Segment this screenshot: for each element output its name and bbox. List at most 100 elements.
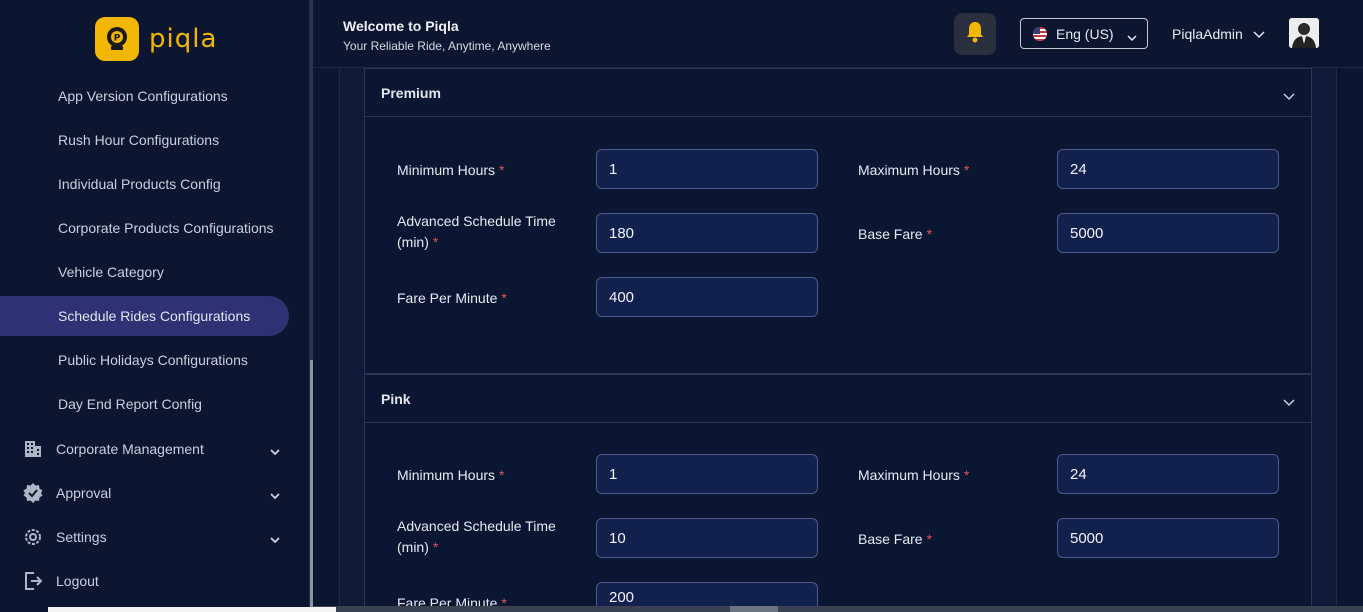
label-text: Base Fare — [858, 531, 923, 547]
user-name: PiqlaAdmin — [1172, 26, 1243, 42]
pink-adv-schedule-input[interactable] — [596, 518, 818, 558]
premium-min-hours-input[interactable] — [596, 149, 818, 189]
sidebar-item-label: Public Holidays Configurations — [58, 352, 248, 368]
sidebar-item-label: Vehicle Category — [58, 264, 164, 280]
badge-check-icon — [20, 481, 46, 505]
sidebar-item-label: Corporate Products Configurations — [58, 220, 274, 236]
chevron-down-icon — [1127, 29, 1137, 45]
chevron-down-icon — [1283, 394, 1295, 410]
premium-fare-per-minute-input[interactable] — [596, 277, 818, 317]
chevron-down-icon — [1253, 26, 1265, 42]
chevron-down-icon — [270, 531, 280, 547]
premium-base-fare-input[interactable] — [1057, 213, 1279, 253]
logo-text: piqla — [149, 24, 218, 54]
base-fare-label: Base Fare * — [858, 224, 932, 245]
welcome-title: Welcome to Piqla — [343, 18, 459, 34]
sidebar-scrollbar-thumb[interactable] — [310, 360, 313, 612]
language-value: Eng (US) — [1056, 25, 1114, 42]
sidebar-menu: Corporate Management Approval Settings L… — [0, 427, 310, 603]
adv-schedule-label: Advanced Schedule Time (min) * — [397, 211, 556, 253]
pink-section-header[interactable]: Pink — [365, 375, 1311, 423]
label-text: Advanced Schedule Time — [397, 213, 556, 229]
chevron-down-icon — [270, 443, 280, 459]
required-mark: * — [499, 162, 505, 178]
sidebar-item-corporate-management[interactable]: Corporate Management — [0, 427, 310, 471]
notifications-button[interactable] — [954, 13, 996, 55]
adv-schedule-label: Advanced Schedule Time (min) * — [397, 516, 556, 558]
label-text: Maximum Hours — [858, 467, 960, 483]
avatar[interactable] — [1289, 18, 1319, 48]
sidebar-item-schedule-rides[interactable]: Schedule Rides Configurations — [0, 296, 289, 336]
topbar: Welcome to Piqla Your Reliable Ride, Any… — [313, 0, 1363, 68]
horizontal-scrollbar[interactable] — [313, 606, 1363, 612]
required-mark: * — [432, 539, 439, 555]
required-mark: * — [963, 467, 970, 483]
sidebar-item-label: Rush Hour Configurations — [58, 132, 220, 148]
section-title: Pink — [381, 390, 411, 407]
label-text: Minimum Hours — [397, 467, 496, 483]
gear-icon — [20, 525, 46, 549]
user-menu[interactable]: PiqlaAdmin — [1172, 26, 1265, 42]
label-text: (min) — [397, 539, 429, 555]
premium-max-hours-input[interactable] — [1057, 149, 1279, 189]
sidebar-item-label: Approval — [56, 485, 112, 501]
required-mark: * — [926, 226, 933, 242]
sidebar: P piqla App Version Configurations Rush … — [0, 0, 310, 612]
required-mark: * — [963, 162, 970, 178]
sidebar-item-vehicle-category[interactable]: Vehicle Category — [0, 250, 310, 294]
required-mark: * — [501, 290, 507, 306]
sidebar-submenu: App Version Configurations Rush Hour Con… — [0, 74, 310, 426]
pink-min-hours-input[interactable] — [596, 454, 818, 494]
fare-per-minute-label: Fare Per Minute * — [397, 288, 507, 309]
section-title: Premium — [381, 84, 441, 101]
label-text: (min) — [397, 234, 429, 250]
svg-text:P: P — [114, 34, 121, 44]
label-text: Base Fare — [858, 226, 923, 242]
label-text: Advanced Schedule Time — [397, 518, 556, 534]
sidebar-item-label: Corporate Management — [56, 441, 204, 457]
pink-base-fare-input[interactable] — [1057, 518, 1279, 558]
premium-adv-schedule-input[interactable] — [596, 213, 818, 253]
required-mark: * — [926, 531, 933, 547]
sidebar-item-app-version[interactable]: App Version Configurations — [0, 74, 310, 118]
required-mark: * — [499, 467, 505, 483]
sidebar-item-individual-products[interactable]: Individual Products Config — [0, 162, 310, 206]
sidebar-scrollbar[interactable] — [310, 0, 313, 612]
us-flag-icon — [1033, 26, 1047, 41]
label-text: Maximum Hours — [858, 162, 960, 178]
welcome-subtitle: Your Reliable Ride, Anytime, Anywhere — [343, 39, 551, 53]
logo[interactable]: P piqla — [95, 17, 217, 61]
chevron-down-icon — [270, 487, 280, 503]
pink-max-hours-input[interactable] — [1057, 454, 1279, 494]
min-hours-label: Minimum Hours * — [397, 465, 504, 486]
sidebar-item-corporate-products[interactable]: Corporate Products Configurations — [0, 206, 310, 250]
sidebar-item-label: Schedule Rides Configurations — [58, 308, 251, 324]
language-select[interactable]: Eng (US) — [1020, 18, 1148, 49]
sidebar-item-logout[interactable]: Logout — [0, 559, 310, 603]
sidebar-item-label: Individual Products Config — [58, 176, 221, 192]
logout-icon — [20, 569, 46, 593]
base-fare-label: Base Fare * — [858, 529, 932, 550]
label-text: Minimum Hours — [397, 162, 496, 178]
bottom-strip — [48, 607, 336, 612]
label-text: Fare Per Minute — [397, 290, 498, 306]
horizontal-scrollbar-thumb[interactable] — [730, 606, 778, 612]
sidebar-item-label: App Version Configurations — [58, 88, 228, 104]
sidebar-item-approval[interactable]: Approval — [0, 471, 310, 515]
sidebar-item-label: Logout — [56, 573, 99, 589]
max-hours-label: Maximum Hours * — [858, 465, 969, 486]
chevron-down-icon — [1283, 88, 1295, 104]
building-icon — [20, 437, 46, 461]
logo-badge-icon: P — [95, 17, 139, 61]
sidebar-item-label: Day End Report Config — [58, 396, 202, 412]
premium-section-header[interactable]: Premium — [365, 69, 1311, 117]
min-hours-label: Minimum Hours * — [397, 160, 504, 181]
bell-icon — [965, 21, 985, 48]
sidebar-item-public-holidays[interactable]: Public Holidays Configurations — [0, 338, 310, 382]
sidebar-item-label: Settings — [56, 529, 107, 545]
max-hours-label: Maximum Hours * — [858, 160, 969, 181]
sidebar-item-settings[interactable]: Settings — [0, 515, 310, 559]
sidebar-item-rush-hour[interactable]: Rush Hour Configurations — [0, 118, 310, 162]
required-mark: * — [432, 234, 439, 250]
sidebar-item-day-end-report[interactable]: Day End Report Config — [0, 382, 310, 426]
